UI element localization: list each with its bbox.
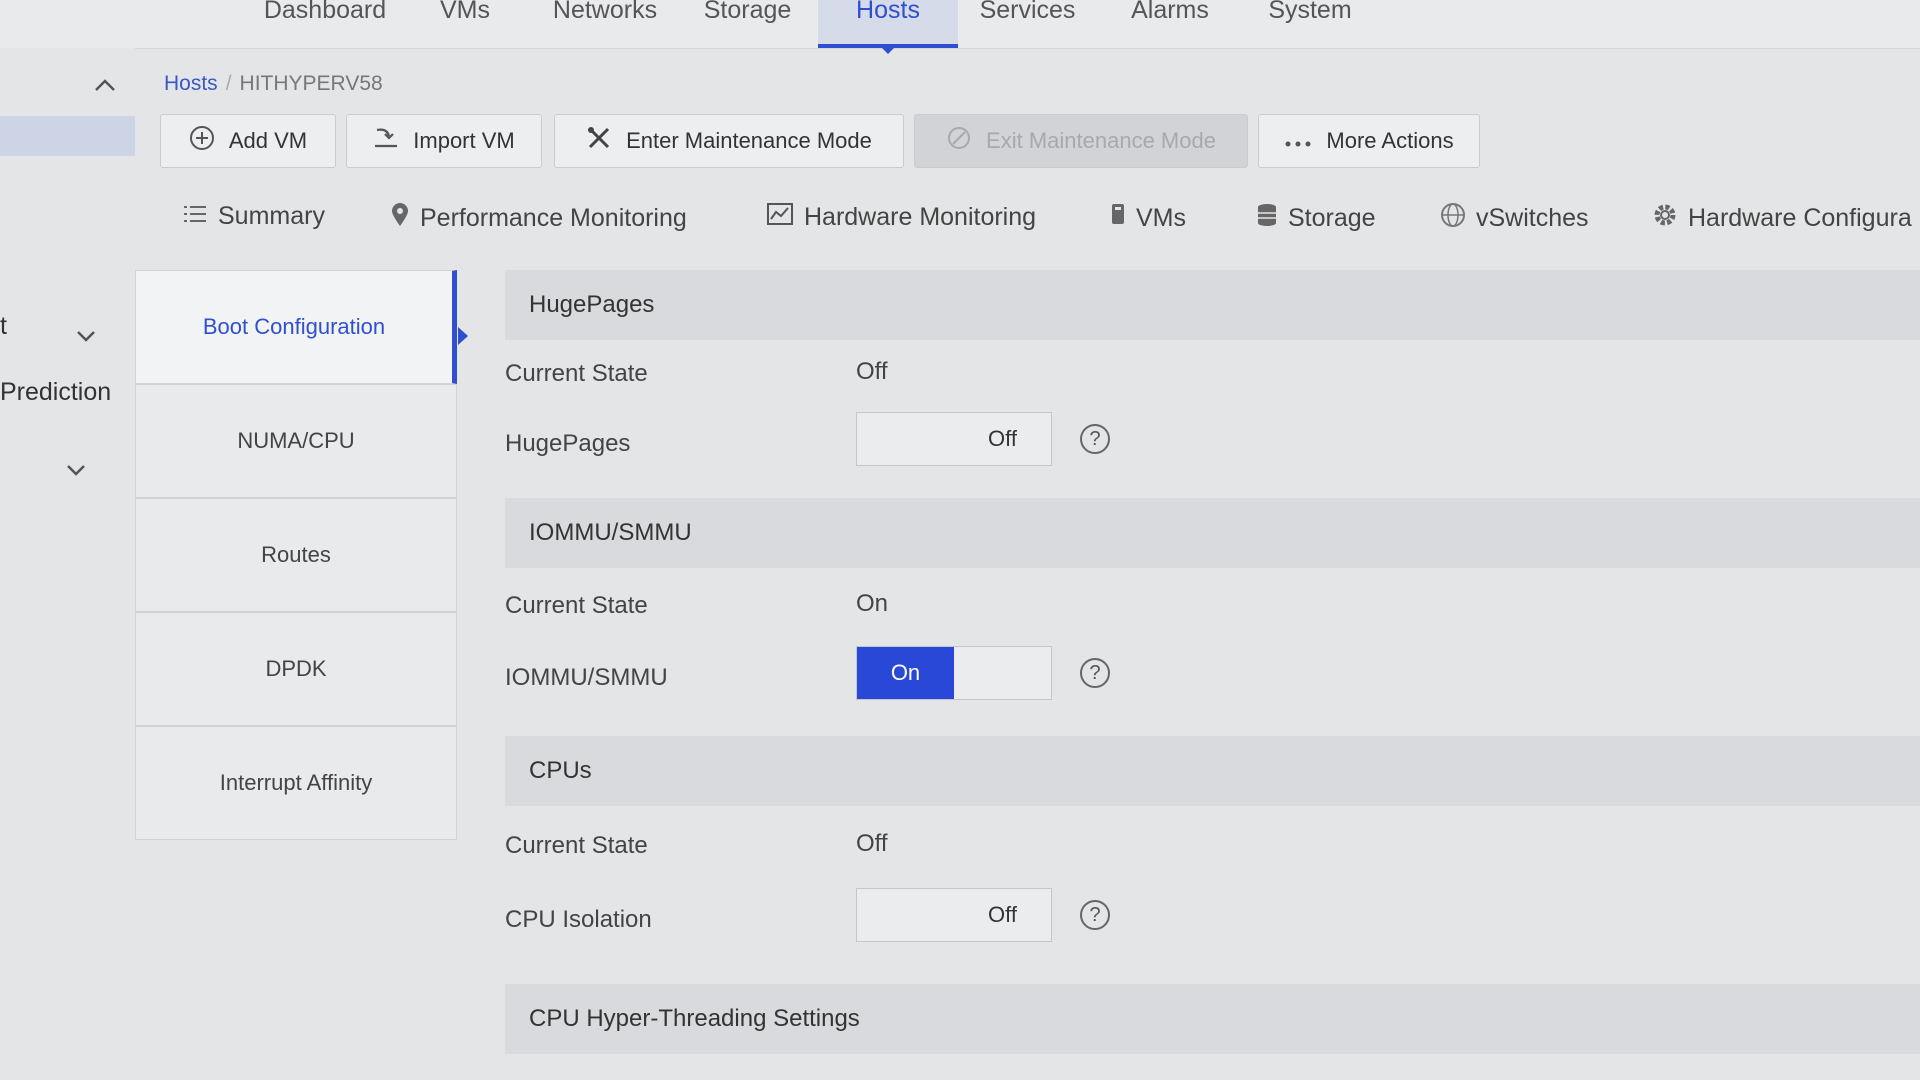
breadcrumb-current: HITHYPERV58 xyxy=(239,72,383,95)
hugepages-setting-label: HugePages xyxy=(505,430,631,457)
subtab-hardware-monitoring[interactable]: Hardware Monitoring xyxy=(766,202,1036,232)
subtab-summary[interactable]: Summary xyxy=(182,202,325,231)
top-navigation: Dashboard VMs Networks Storage Hosts Ser… xyxy=(0,0,1920,54)
import-vm-button[interactable]: Import VM xyxy=(346,114,542,168)
enter-maintenance-mode-label: Enter Maintenance Mode xyxy=(626,128,872,153)
menu-item-boot-configuration[interactable]: Boot Configuration xyxy=(135,270,468,384)
tools-icon xyxy=(586,125,612,158)
import-vm-label: Import VM xyxy=(413,128,515,153)
globe-icon xyxy=(1440,202,1466,234)
menu-item-label: DPDK xyxy=(265,656,327,681)
breadcrumb-hosts-link[interactable]: Hosts xyxy=(164,72,218,95)
nav-tab-system[interactable]: System xyxy=(1260,0,1360,48)
gear-icon xyxy=(1652,202,1678,234)
cpu-isolation-toggle[interactable]: Off xyxy=(856,888,1052,942)
iommu-setting-label: IOMMU/SMMU xyxy=(505,664,668,691)
nav-tab-services[interactable]: Services xyxy=(970,0,1085,48)
subtab-vms-label: VMs xyxy=(1136,203,1186,232)
iommu-toggle[interactable]: On xyxy=(856,646,1052,700)
iommu-current-state-label: Current State xyxy=(505,592,648,619)
menu-item-label: Routes xyxy=(261,542,331,567)
menu-item-label: NUMA/CPU xyxy=(237,428,355,453)
section-header-hugepages: HugePages xyxy=(505,270,1920,340)
exit-maintenance-mode-button[interactable]: Exit Maintenance Mode xyxy=(914,114,1248,168)
cpu-isolation-help-icon[interactable]: ? xyxy=(1080,900,1110,930)
nav-tab-hosts[interactable]: Hosts xyxy=(818,0,958,54)
subtab-hardware-configuration-label: Hardware Configura xyxy=(1688,203,1912,232)
toggle-on-half[interactable]: On xyxy=(857,647,954,699)
hugepages-help-icon[interactable]: ? xyxy=(1080,424,1110,454)
plus-circle-icon xyxy=(189,125,215,158)
toggle-off-half[interactable]: Off xyxy=(954,889,1051,941)
add-vm-button[interactable]: Add VM xyxy=(160,114,336,168)
subtab-hardware-configuration[interactable]: Hardware Configura xyxy=(1652,202,1912,234)
nav-tab-hosts-label: Hosts xyxy=(856,0,920,24)
subtab-storage-label: Storage xyxy=(1288,203,1376,232)
menu-item-numa-cpu[interactable]: NUMA/CPU xyxy=(135,384,457,498)
chevron-down-icon[interactable] xyxy=(76,322,96,348)
add-vm-label: Add VM xyxy=(228,128,308,153)
subtab-vswitches-label: vSwitches xyxy=(1476,203,1589,232)
subtab-storage[interactable]: Storage xyxy=(1256,202,1376,234)
more-actions-button[interactable]: More Actions xyxy=(1258,114,1480,168)
menu-item-label: Interrupt Affinity xyxy=(219,770,373,795)
menu-item-routes[interactable]: Routes xyxy=(135,498,457,612)
database-icon xyxy=(1256,202,1278,234)
toggle-off-half[interactable]: Off xyxy=(954,413,1051,465)
subtab-summary-label: Summary xyxy=(218,202,325,230)
section-header-cpus: CPUs xyxy=(505,736,1920,806)
left-rail: t Prediction xyxy=(0,48,135,1080)
nav-tab-dashboard[interactable]: Dashboard xyxy=(250,0,400,48)
cpus-current-state-label: Current State xyxy=(505,832,648,859)
iommu-current-state-value: On xyxy=(856,590,889,617)
vm-icon xyxy=(1110,202,1126,234)
chevron-up-icon[interactable] xyxy=(94,72,116,98)
iommu-help-icon[interactable]: ? xyxy=(1080,658,1110,688)
toggle-on-half[interactable] xyxy=(857,413,954,465)
active-tab-caret-icon xyxy=(881,47,895,54)
exit-maintenance-icon xyxy=(946,125,972,158)
rail-item-label[interactable]: t xyxy=(0,312,7,341)
enter-maintenance-mode-button[interactable]: Enter Maintenance Mode xyxy=(554,114,904,168)
subtab-performance-monitoring[interactable]: Performance Monitoring xyxy=(390,202,687,234)
rail-item-prediction[interactable]: Prediction xyxy=(0,378,111,407)
more-dots-icon xyxy=(1284,127,1312,155)
nav-tab-storage[interactable]: Storage xyxy=(695,0,800,48)
toggle-off-half[interactable] xyxy=(954,647,1051,699)
subtab-vms[interactable]: VMs xyxy=(1110,202,1186,234)
cpus-current-state-value: Off xyxy=(856,830,888,857)
location-pin-icon xyxy=(390,202,410,234)
cpu-isolation-label: CPU Isolation xyxy=(505,906,652,933)
nav-tab-networks[interactable]: Networks xyxy=(540,0,670,48)
breadcrumb-separator: / xyxy=(225,72,232,95)
nav-tab-alarms[interactable]: Alarms xyxy=(1120,0,1220,48)
configuration-side-menu: Boot Configuration NUMA/CPU Routes DPDK … xyxy=(135,270,468,846)
import-icon xyxy=(373,126,399,157)
menu-item-dpdk[interactable]: DPDK xyxy=(135,612,457,726)
breadcrumb: Hosts / HITHYPERV58 xyxy=(164,72,383,96)
section-header-hyperthreading: CPU Hyper-Threading Settings xyxy=(505,984,1920,1054)
more-actions-label: More Actions xyxy=(1326,128,1454,153)
subtab-hardware-monitoring-label: Hardware Monitoring xyxy=(804,202,1037,231)
menu-item-label: Boot Configuration xyxy=(202,314,386,339)
chevron-down-icon[interactable] xyxy=(66,456,86,482)
exit-maintenance-mode-label: Exit Maintenance Mode xyxy=(986,128,1216,153)
list-icon xyxy=(182,203,208,231)
toggle-on-half[interactable] xyxy=(857,889,954,941)
subtab-vswitches[interactable]: vSwitches xyxy=(1440,202,1589,234)
hugepages-current-state-label: Current State xyxy=(505,360,648,387)
active-marker-icon xyxy=(458,327,468,345)
chart-icon xyxy=(766,202,794,232)
nav-tab-vms[interactable]: VMs xyxy=(430,0,500,48)
section-header-iommu: IOMMU/SMMU xyxy=(505,498,1920,568)
subtab-performance-monitoring-label: Performance Monitoring xyxy=(420,203,687,232)
hugepages-current-state-value: Off xyxy=(856,358,888,385)
menu-item-interrupt-affinity[interactable]: Interrupt Affinity xyxy=(135,726,457,840)
rail-selected-item[interactable] xyxy=(0,116,135,156)
hugepages-toggle[interactable]: Off xyxy=(856,412,1052,466)
